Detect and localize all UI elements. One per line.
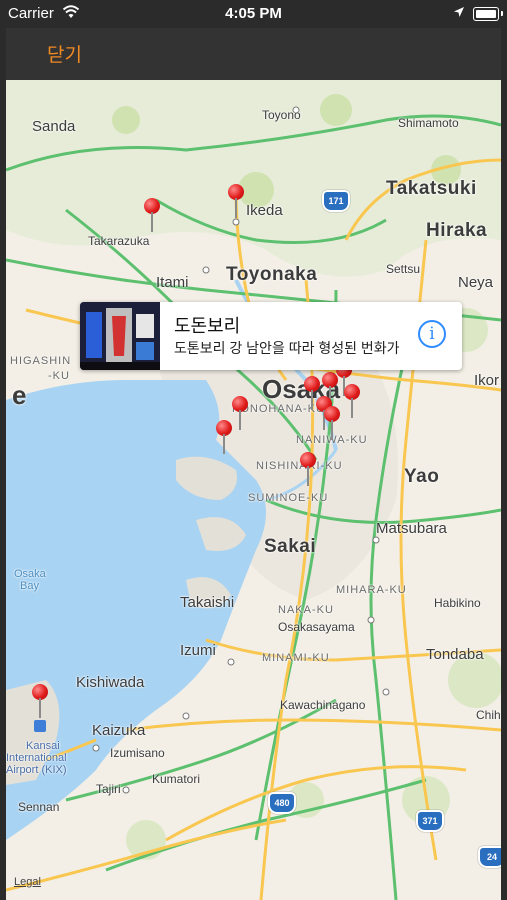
route-shield: 171 <box>322 190 350 212</box>
water-label: Bay <box>20 580 39 592</box>
legal-link[interactable]: Legal <box>14 876 41 888</box>
route-shield: 480 <box>268 792 296 814</box>
airport-icon <box>34 720 46 732</box>
map-pin[interactable] <box>324 406 340 440</box>
place-label: Matsubara <box>376 520 447 537</box>
place-label: Kaizuka <box>92 722 146 739</box>
place-label: Kawachinagano <box>280 698 366 712</box>
place-label: Ikor <box>474 372 500 389</box>
map-pin[interactable] <box>32 684 48 718</box>
airport-label: International <box>6 752 67 764</box>
callout-subtitle: 도톤보리 강 남안을 따라 형성된 번화가 <box>174 340 400 356</box>
map-pin[interactable] <box>300 452 316 486</box>
map-pin[interactable] <box>232 396 248 430</box>
place-label: Sakai <box>264 536 317 557</box>
route-shield: 371 <box>416 810 444 832</box>
map-pin[interactable] <box>216 420 232 454</box>
airport-label: Airport (KIX) <box>6 764 67 776</box>
place-label: Neya <box>458 274 494 291</box>
place-label: Tondaba <box>426 646 484 663</box>
callout-title: 도돈보리 <box>174 316 241 336</box>
map-view[interactable]: Sanda Toyono Shimamoto Takatsuki Hiraka … <box>6 80 501 900</box>
place-label: Shimamoto <box>398 116 459 130</box>
battery-cap <box>501 11 503 16</box>
airport-label: Kansai <box>26 740 60 752</box>
place-label: Hiraka <box>426 220 488 241</box>
info-button-icon[interactable]: i <box>418 320 446 348</box>
place-label: HIGASHIN <box>10 355 72 367</box>
place-label: Ikeda <box>246 202 283 219</box>
water-label: Osaka <box>14 568 46 580</box>
place-label: e <box>12 380 27 410</box>
battery-icon <box>473 7 499 21</box>
place-label: Settsu <box>386 262 421 276</box>
place-label: Sanda <box>32 118 76 135</box>
place-callout[interactable]: 도돈보리 도톤보리 강 남안을 따라 형성된 번화가 i <box>80 302 462 370</box>
place-label: Toyono <box>262 108 301 122</box>
place-label: Osakasayama <box>278 620 355 634</box>
map-pin[interactable] <box>144 198 160 232</box>
map-pin[interactable] <box>228 184 244 218</box>
place-label: MIHARA-KU <box>336 584 407 596</box>
nav-bar: 닫기 <box>6 28 501 80</box>
place-label: Kishiwada <box>76 674 145 691</box>
place-label: Izumisano <box>110 746 165 760</box>
place-label: Habikino <box>434 596 481 610</box>
route-shield: 24 <box>478 846 501 868</box>
place-label: Chih <box>476 708 501 722</box>
place-label: Kumatori <box>152 772 201 786</box>
status-bar: Carrier 4:05 PM <box>0 0 507 28</box>
place-label: Takarazuka <box>88 234 150 248</box>
place-thumbnail <box>80 302 160 370</box>
clock: 4:05 PM <box>225 5 282 22</box>
place-label: Sennan <box>18 800 60 814</box>
place-label: -KU <box>48 370 70 382</box>
place-label: Izumi <box>180 642 216 659</box>
place-label: Takaishi <box>180 594 235 611</box>
place-label: NAKA-KU <box>278 604 334 616</box>
close-button[interactable]: 닫기 <box>47 40 82 67</box>
place-label: Tajiri <box>96 782 121 796</box>
place-label: Takatsuki <box>386 178 477 199</box>
place-label: Toyonaka <box>226 264 318 285</box>
place-label: Yao <box>404 466 440 487</box>
place-label: Itami <box>156 274 189 291</box>
place-label: MINAMI-KU <box>262 652 330 664</box>
location-arrow-icon <box>453 5 465 22</box>
map-pin[interactable] <box>344 384 360 418</box>
place-label: SUMINOE-KU <box>248 492 329 504</box>
